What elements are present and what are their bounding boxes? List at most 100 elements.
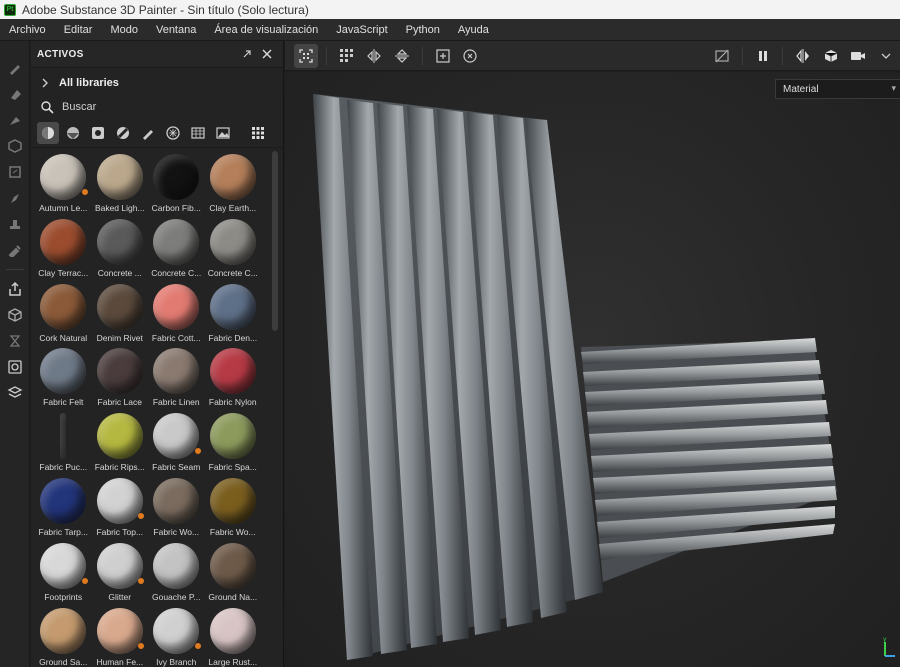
uv-tiles-button[interactable] — [335, 44, 359, 68]
asset-tile[interactable]: Glitter — [92, 540, 149, 605]
asset-tile[interactable]: Fabric Puc... — [35, 410, 92, 475]
material-preview-sphere — [40, 283, 87, 330]
menu-ventana[interactable]: Ventana — [147, 24, 205, 36]
asset-tile[interactable]: Fabric Felt — [35, 345, 92, 410]
add-frame-button[interactable] — [431, 44, 455, 68]
bake-cube-icon — [8, 308, 22, 322]
panel-close-button[interactable] — [257, 44, 277, 64]
3d-viewport[interactable]: Material ▾ y — [285, 72, 900, 667]
asset-tile[interactable]: Gouache P... — [148, 540, 205, 605]
asset-tile[interactable]: Ground Na... — [205, 540, 262, 605]
mirror-y-button[interactable] — [390, 44, 414, 68]
menu-javascript[interactable]: JavaScript — [327, 24, 396, 36]
shader-settings-button[interactable] — [0, 380, 30, 406]
asset-tile[interactable]: Fabric Seam — [148, 410, 205, 475]
asset-grid-scrollbar[interactable] — [272, 151, 278, 331]
asset-tile[interactable]: Ground Sa... — [35, 605, 92, 667]
split-view-icon — [796, 48, 810, 63]
history-reset-icon — [463, 48, 477, 63]
paint-brush-tool[interactable] — [0, 55, 30, 81]
viewport-layout-button[interactable] — [874, 44, 898, 68]
asset-tile[interactable]: Footprints — [35, 540, 92, 605]
menu-area-visualizacion[interactable]: Área de visualización — [205, 24, 327, 36]
smart-masks-filter[interactable] — [112, 122, 134, 144]
fit-selection-button[interactable] — [294, 43, 318, 68]
search-field[interactable]: Buscar — [31, 98, 283, 116]
asset-tile[interactable]: Denim Rivet — [92, 281, 149, 346]
bake-button[interactable] — [0, 302, 30, 328]
brushes-filter[interactable] — [137, 122, 159, 144]
asset-tile[interactable]: Concrete C... — [148, 216, 205, 281]
grid-view-toggle[interactable] — [247, 122, 269, 144]
asset-tile[interactable]: Fabric Spa... — [205, 410, 262, 475]
asset-grid: Autumn Le... Baked Ligh... Carbon Fib... Cl… — [35, 151, 271, 667]
eraser-tool[interactable] — [0, 81, 30, 107]
asset-tile[interactable]: Baked Ligh... — [92, 151, 149, 216]
asset-tile[interactable]: Ivy Branch — [148, 605, 205, 667]
color-picker-tool[interactable] — [0, 237, 30, 263]
smart-material-badge-icon — [81, 189, 88, 195]
asset-tile[interactable]: Concrete ... — [92, 216, 149, 281]
asset-tile[interactable]: Cork Natural — [35, 281, 92, 346]
hourglass-button[interactable] — [0, 328, 30, 354]
menu-archivo[interactable]: Archivo — [0, 24, 55, 36]
polygon-fill-icon — [9, 166, 21, 178]
material-preview-sphere — [153, 542, 200, 589]
camera-button[interactable] — [847, 44, 871, 68]
menu-python[interactable]: Python — [397, 24, 449, 36]
libraries-selector[interactable]: All libraries — [31, 68, 283, 98]
asset-tile[interactable]: Fabric Linen — [148, 345, 205, 410]
materials-filter[interactable] — [37, 121, 59, 144]
asset-tile[interactable]: Fabric Rips... — [92, 410, 149, 475]
images-filter[interactable] — [212, 122, 234, 144]
asset-tile[interactable]: Carbon Fib... — [148, 151, 205, 216]
eyedropper-icon — [8, 245, 21, 257]
smart-materials-filter[interactable] — [62, 122, 84, 144]
masks-filter[interactable] — [87, 122, 109, 144]
stamp-icon — [10, 220, 20, 229]
panel-undock-button[interactable] — [237, 44, 257, 64]
brush-icon — [10, 65, 20, 75]
symmetry-x-icon — [367, 48, 382, 63]
hide-overlay-button[interactable] — [710, 44, 734, 68]
asset-tile[interactable]: Clay Terrac... — [35, 216, 92, 281]
grid-icon — [252, 126, 264, 139]
material-preview-sphere — [153, 348, 200, 395]
textures-filter[interactable] — [162, 122, 184, 144]
display-settings-button[interactable] — [0, 354, 30, 380]
projection-tool[interactable] — [0, 107, 30, 133]
material-preview-sphere — [209, 218, 256, 265]
asset-tile[interactable]: Fabric Den... — [205, 281, 262, 346]
asset-tile[interactable]: Clay Earth... — [205, 151, 262, 216]
image-icon — [216, 126, 230, 139]
asset-tile[interactable]: Fabric Tarp... — [35, 475, 92, 540]
geometry-fill-tool[interactable] — [0, 133, 30, 159]
asset-tile[interactable]: Concrete C... — [205, 216, 262, 281]
asset-label: Gouache P... — [151, 591, 201, 602]
asset-tile[interactable]: Fabric Nylon — [205, 345, 262, 410]
asset-tile[interactable]: Human Fe... — [92, 605, 149, 667]
mirror-x-button[interactable] — [363, 44, 387, 68]
reset-view-button[interactable] — [458, 44, 482, 68]
asset-tile[interactable]: Fabric Lace — [92, 345, 149, 410]
menu-ayuda[interactable]: Ayuda — [449, 24, 498, 36]
panel-title: ACTIVOS — [37, 48, 84, 60]
asset-tile[interactable]: Large Rust... — [205, 605, 262, 667]
export-button[interactable] — [0, 276, 30, 302]
view-mode-button[interactable] — [791, 44, 815, 68]
environments-filter[interactable] — [187, 122, 209, 144]
smudge-tool[interactable] — [0, 185, 30, 211]
asset-label: Ivy Branch — [156, 656, 197, 667]
display-object-button[interactable] — [819, 44, 843, 68]
asset-tile[interactable]: Fabric Top... — [92, 475, 149, 540]
asset-tile[interactable]: Fabric Wo... — [148, 475, 205, 540]
asset-tile[interactable]: Fabric Cott... — [148, 281, 205, 346]
pause-render-button[interactable] — [751, 44, 775, 68]
clone-tool[interactable] — [0, 211, 30, 237]
menu-editar[interactable]: Editar — [55, 24, 102, 36]
asset-tile[interactable]: Fabric Wo... — [205, 475, 262, 540]
menu-modo[interactable]: Modo — [101, 24, 147, 36]
asset-tile[interactable]: Autumn Le... — [35, 151, 92, 216]
polygon-fill-tool[interactable] — [0, 159, 30, 185]
asset-label: Footprints — [44, 591, 83, 602]
